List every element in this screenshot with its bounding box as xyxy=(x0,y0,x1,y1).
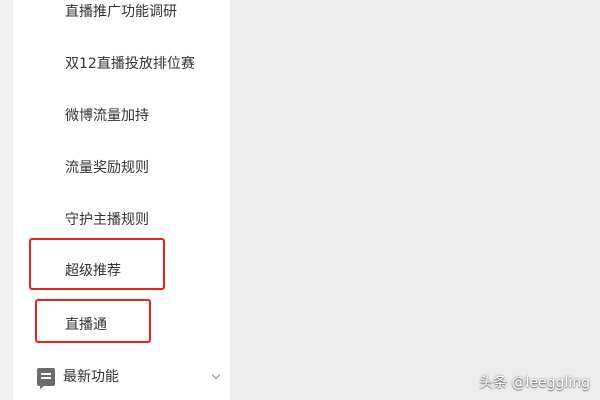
message-icon xyxy=(37,368,55,389)
sidebar-section-new-features[interactable]: 最新功能 xyxy=(37,364,221,390)
sidebar-item-weibo-traffic[interactable]: 微博流量加持 xyxy=(65,104,149,128)
sidebar: 直播推广功能调研 双12直播投放排位赛 微博流量加持 流量奖励规则 守护主播规则… xyxy=(13,0,230,400)
sidebar-item-super-recommend[interactable]: 超级推荐 xyxy=(65,259,121,283)
chevron-down-icon[interactable] xyxy=(211,370,221,380)
sidebar-item-zhibotong[interactable]: 直播通 xyxy=(65,313,107,337)
sidebar-item-live-promo-research[interactable]: 直播推广功能调研 xyxy=(65,0,177,24)
watermark: 头条 @leeggling xyxy=(479,375,590,391)
main-content-area xyxy=(230,0,600,400)
sidebar-item-traffic-reward-rules[interactable]: 流量奖励规则 xyxy=(65,156,149,180)
left-gutter xyxy=(0,0,13,400)
sidebar-section-label: 最新功能 xyxy=(63,369,119,385)
sidebar-item-guardian-rules[interactable]: 守护主播规则 xyxy=(65,208,149,232)
sidebar-item-double12-ranking[interactable]: 双12直播投放排位赛 xyxy=(65,52,195,76)
